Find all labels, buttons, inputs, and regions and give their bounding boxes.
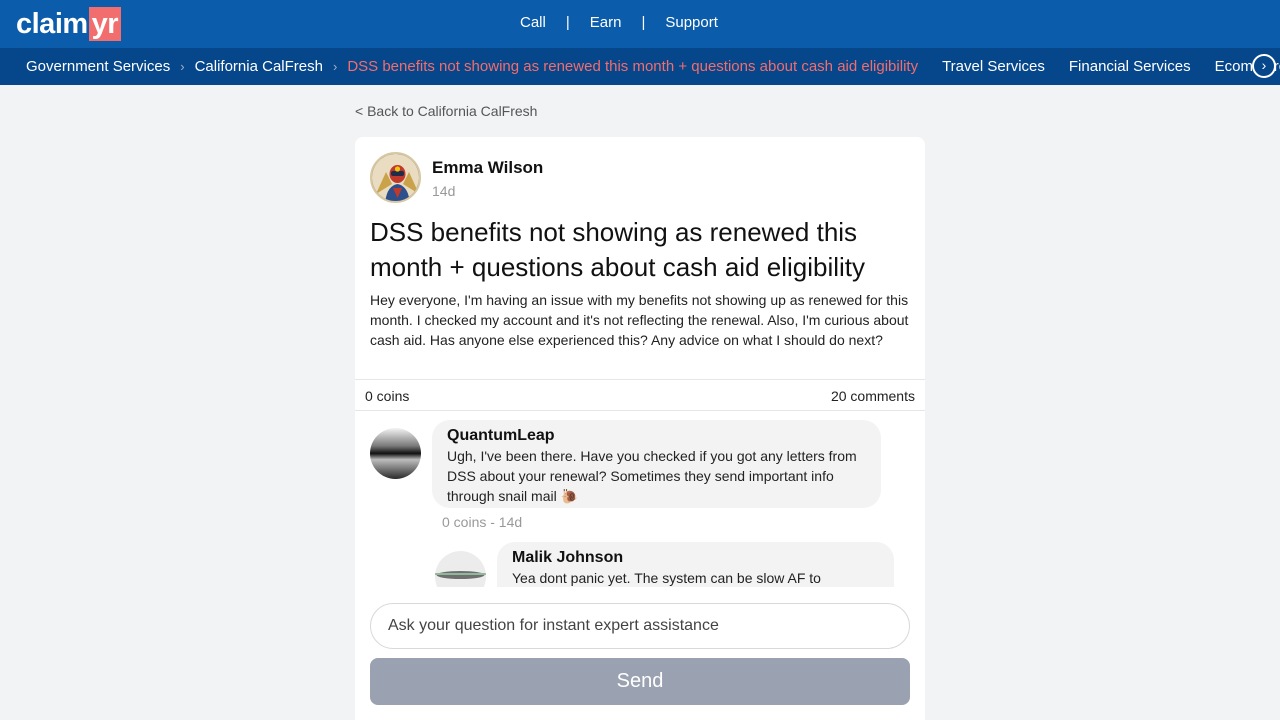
post-coins-count: 0 coins bbox=[365, 388, 410, 404]
commenter-avatar[interactable] bbox=[435, 551, 486, 587]
nav-separator: | bbox=[565, 14, 570, 31]
breadcrumb-chevron-icon: › bbox=[332, 59, 338, 74]
breadcrumb: Government Services › California CalFres… bbox=[26, 58, 1280, 75]
ask-question-input[interactable] bbox=[370, 603, 910, 649]
nav-support-link[interactable]: Support bbox=[665, 14, 718, 31]
send-button[interactable]: Send bbox=[370, 658, 910, 705]
category-travel-services[interactable]: Travel Services bbox=[942, 58, 1045, 75]
post-stats-bar: 0 coins 20 comments bbox=[355, 379, 925, 411]
post-timestamp: 14d bbox=[432, 183, 456, 199]
comment-text: Ugh, I've been there. Have you checked i… bbox=[447, 448, 857, 504]
comment-meta: 0 coins - 14d bbox=[442, 514, 523, 530]
comment-author-name[interactable]: Malik Johnson bbox=[512, 548, 879, 568]
breadcrumb-government-services[interactable]: Government Services bbox=[26, 58, 170, 75]
post-comments-count[interactable]: 20 comments bbox=[831, 388, 915, 404]
top-nav: Call | Earn | Support bbox=[520, 14, 718, 31]
post-body: Hey everyone, I'm having an issue with m… bbox=[370, 292, 909, 348]
category-bar: Government Services › California CalFres… bbox=[0, 48, 1280, 85]
chevron-right-icon[interactable]: › bbox=[1252, 54, 1276, 78]
comment-bubble: QuantumLeap Ugh, I've been there. Have y… bbox=[432, 420, 881, 508]
post-title: DSS benefits not showing as renewed this… bbox=[370, 217, 866, 282]
breadcrumb-california-calfresh[interactable]: California CalFresh bbox=[195, 58, 323, 75]
category-financial-services[interactable]: Financial Services bbox=[1069, 58, 1191, 75]
commenter-avatar[interactable] bbox=[370, 428, 421, 479]
back-to-calfresh-link[interactable]: < Back to California CalFresh bbox=[355, 103, 537, 119]
nav-earn-link[interactable]: Earn bbox=[590, 14, 622, 31]
logo-text-yr: yr bbox=[88, 7, 122, 41]
claimyr-logo[interactable]: claim yr bbox=[16, 7, 122, 41]
nav-separator: | bbox=[641, 14, 646, 31]
top-header: claim yr Call | Earn | Support bbox=[0, 0, 1280, 48]
logo-text-claim: claim bbox=[16, 7, 88, 40]
comment-bubble: Malik Johnson Yea dont panic yet. The sy… bbox=[497, 542, 894, 587]
comment-text: Yea dont panic yet. The system can be sl… bbox=[512, 570, 821, 586]
post-author-name[interactable]: Emma Wilson bbox=[432, 158, 543, 178]
breadcrumb-current-topic: DSS benefits not showing as renewed this… bbox=[347, 58, 919, 75]
comment-author-name[interactable]: QuantumLeap bbox=[447, 426, 866, 446]
breadcrumb-chevron-icon: › bbox=[180, 59, 185, 74]
comments-list[interactable]: QuantumLeap Ugh, I've been there. Have y… bbox=[355, 411, 925, 587]
nav-call-link[interactable]: Call bbox=[520, 14, 546, 31]
author-avatar[interactable] bbox=[370, 152, 421, 203]
